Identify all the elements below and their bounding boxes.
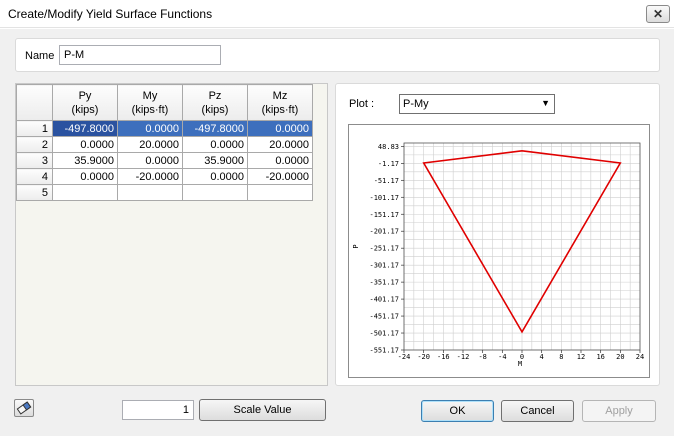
table-cell[interactable]: 0.0000 <box>52 136 118 153</box>
y-tick-label: -201.17 <box>369 228 399 236</box>
apply-button[interactable]: Apply <box>582 400 656 422</box>
header-line1: Mz <box>272 89 288 102</box>
title-bar: Create/Modify Yield Surface Functions ✕ <box>0 0 674 28</box>
x-tick-label: 8 <box>559 353 563 361</box>
x-tick-label: 16 <box>596 353 604 361</box>
row-header[interactable]: 1 <box>16 120 53 137</box>
y-tick-label: -501.17 <box>369 330 399 338</box>
plot-dropdown-value: P-My <box>403 98 429 110</box>
y-tick-label: -351.17 <box>369 279 399 287</box>
table-cell[interactable]: -497.8000 <box>182 120 248 137</box>
y-tick-label: -551.17 <box>369 347 399 355</box>
table-cell[interactable]: 0.0000 <box>182 136 248 153</box>
x-tick-label: -12 <box>457 353 470 361</box>
plot-panel: Plot : P-My ▼ 48.83 -1.17 -51.17 -101.17 -15… <box>335 83 660 386</box>
table-row[interactable]: 4 0.0000 -20.0000 0.0000 -20.0000 <box>16 168 313 185</box>
y-tick-label: -1.17 <box>378 160 399 168</box>
table-cell[interactable] <box>247 184 313 201</box>
table-cell[interactable]: 0.0000 <box>182 168 248 185</box>
table-cell[interactable]: 20.0000 <box>247 136 313 153</box>
header-line2: (kips) <box>201 103 229 116</box>
table-row[interactable]: 3 35.9000 0.0000 35.9000 0.0000 <box>16 152 313 169</box>
table-cell[interactable]: 0.0000 <box>117 152 183 169</box>
table-cell[interactable] <box>182 184 248 201</box>
y-tick-label: -101.17 <box>369 194 399 202</box>
yield-grid-panel: Py (kips) My (kips·ft) Pz (kips) Mz (kips·ft… <box>15 83 328 386</box>
x-tick-label: -24 <box>398 353 411 361</box>
chevron-down-icon: ▼ <box>541 98 550 108</box>
x-tick-label: 24 <box>636 353 644 361</box>
table-cell[interactable]: 20.0000 <box>117 136 183 153</box>
x-tick-label: 4 <box>540 353 544 361</box>
row-header[interactable]: 2 <box>16 136 53 153</box>
table-cell[interactable]: -20.0000 <box>247 168 313 185</box>
column-header-my[interactable]: My (kips·ft) <box>117 84 183 121</box>
header-line1: Pz <box>208 89 222 102</box>
window-title: Create/Modify Yield Surface Functions <box>8 7 213 21</box>
y-tick-label: -151.17 <box>369 211 399 219</box>
x-axis-label: M <box>518 360 522 368</box>
column-header-pz[interactable]: Pz (kips) <box>182 84 248 121</box>
y-tick-label: 48.83 <box>378 143 399 151</box>
table-row[interactable]: 5 <box>16 184 313 201</box>
clear-button[interactable] <box>14 399 34 417</box>
ok-button[interactable]: OK <box>421 400 494 422</box>
plot-label: Plot : <box>349 98 375 110</box>
cancel-button[interactable]: Cancel <box>501 400 574 422</box>
yield-grid: Py (kips) My (kips·ft) Pz (kips) Mz (kips·ft… <box>16 84 313 201</box>
name-panel: Name <box>15 38 660 72</box>
y-tick-label: -251.17 <box>369 245 399 253</box>
y-tick-label: -51.17 <box>374 177 399 185</box>
y-tick-label: -451.17 <box>369 313 399 321</box>
name-input[interactable] <box>59 45 221 65</box>
table-cell[interactable]: -20.0000 <box>117 168 183 185</box>
header-line2: (kips·ft) <box>131 103 169 116</box>
header-line1: My <box>142 89 158 102</box>
x-tick-label: 20 <box>616 353 624 361</box>
scale-factor-input[interactable] <box>122 400 194 420</box>
x-tick-label: -8 <box>478 353 486 361</box>
header-line2: (kips·ft) <box>261 103 299 116</box>
table-cell[interactable]: 0.0000 <box>52 168 118 185</box>
y-tick-label: -401.17 <box>369 296 399 304</box>
close-icon: ✕ <box>652 7 664 21</box>
table-cell[interactable]: 0.0000 <box>247 152 313 169</box>
y-tick-label: -301.17 <box>369 262 399 270</box>
table-cell[interactable]: 0.0000 <box>117 120 183 137</box>
name-label: Name <box>25 50 55 62</box>
table-cell[interactable]: 35.9000 <box>52 152 118 169</box>
header-line1: Py <box>78 89 92 102</box>
yield-surface-plot: 48.83 -1.17 -51.17 -101.17 -151.17 -201.17 -25… <box>348 124 650 378</box>
table-cell[interactable]: 0.0000 <box>247 120 313 137</box>
x-tick-label: -4 <box>498 353 506 361</box>
row-header[interactable]: 3 <box>16 152 53 169</box>
close-button[interactable]: ✕ <box>646 5 670 23</box>
column-header-py[interactable]: Py (kips) <box>52 84 118 121</box>
scale-value-button[interactable]: Scale Value <box>199 399 326 421</box>
x-tick-label: 12 <box>577 353 585 361</box>
table-row[interactable]: 2 0.0000 20.0000 0.0000 20.0000 <box>16 136 313 153</box>
eraser-icon <box>16 401 32 415</box>
yield-surface-chart: 48.83 -1.17 -51.17 -101.17 -151.17 -201.17 -25… <box>352 142 644 368</box>
header-line2: (kips) <box>71 103 99 116</box>
column-header-mz[interactable]: Mz (kips·ft) <box>247 84 313 121</box>
table-cell[interactable] <box>117 184 183 201</box>
table-cell[interactable] <box>52 184 118 201</box>
row-header[interactable]: 4 <box>16 168 53 185</box>
table-cell[interactable]: 35.9000 <box>182 152 248 169</box>
x-tick-label: -20 <box>417 353 430 361</box>
grid-corner[interactable] <box>16 84 53 121</box>
x-tick-label: -16 <box>437 353 450 361</box>
table-row[interactable]: 1 -497.8000 0.0000 -497.8000 0.0000 <box>16 120 313 137</box>
grid-header-row: Py (kips) My (kips·ft) Pz (kips) Mz (kips·ft… <box>16 84 313 121</box>
plot-dropdown[interactable]: P-My ▼ <box>399 94 555 114</box>
row-header[interactable]: 5 <box>16 184 53 201</box>
y-axis-label: P <box>352 244 360 248</box>
table-cell[interactable]: -497.8000 <box>52 120 118 137</box>
